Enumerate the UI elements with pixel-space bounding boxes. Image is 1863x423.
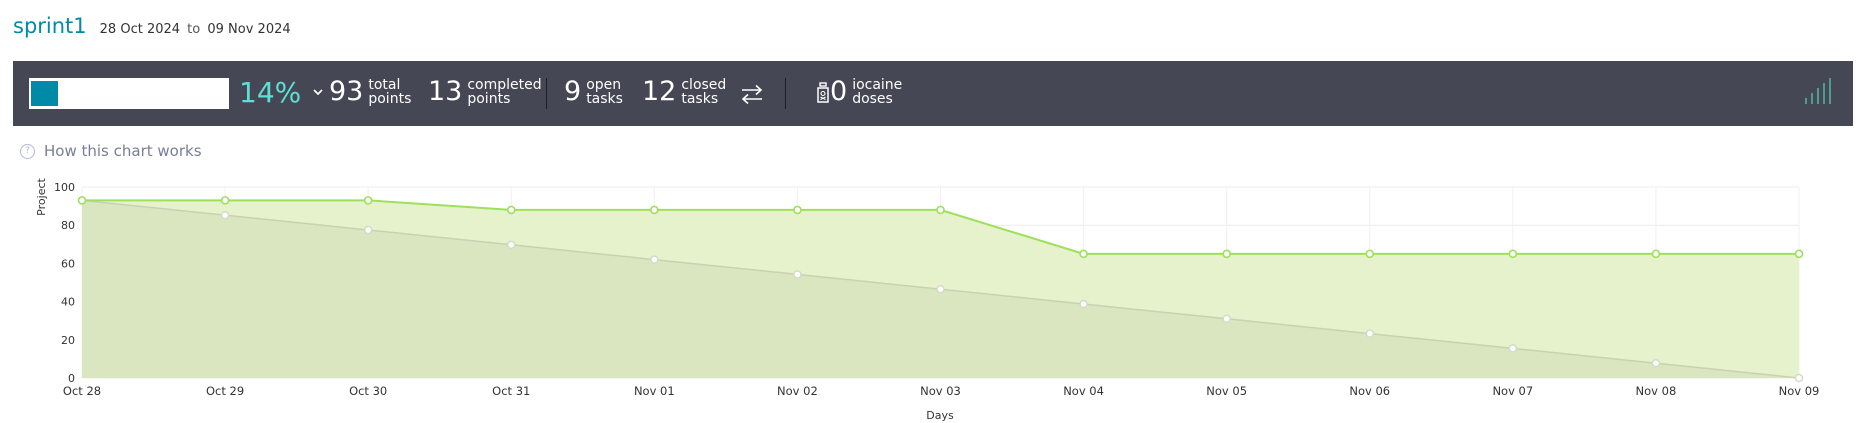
sprint-start-date: 28 Oct 2024 (99, 22, 181, 37)
chevron-down-icon[interactable] (311, 85, 325, 99)
x-tick-label: Nov 07 (1492, 384, 1533, 398)
open-tasks-value: 9 (564, 76, 582, 107)
actual-data-point (1365, 249, 1375, 259)
actual-data-point (1079, 249, 1088, 259)
iocaine-doses-label: iocaine doses (852, 78, 902, 106)
completed-points-stat: 13 completed points (428, 77, 542, 107)
completion-percent: 14% (239, 76, 302, 109)
y-tick-label: 80 (61, 219, 75, 232)
actual-data-point (220, 196, 230, 205)
sprint-name[interactable]: sprint1 (13, 14, 87, 38)
ideal-data-point (507, 240, 516, 249)
ideal-data-point (1794, 373, 1804, 383)
how-chart-works-link[interactable]: ? How this chart works (20, 142, 202, 160)
date-separator: to (187, 22, 201, 37)
ideal-data-point (1365, 329, 1374, 338)
open-tasks-stat: 9 open tasks (564, 77, 623, 107)
y-tick-label: 40 (61, 296, 75, 309)
ideal-data-point (363, 225, 373, 235)
completed-points-value: 13 (428, 76, 463, 107)
ideal-data-point (1508, 344, 1518, 353)
ideal-data-point (1222, 314, 1231, 323)
actual-data-point (1222, 249, 1231, 259)
ideal-data-point (1651, 358, 1661, 368)
sprint-summary-bar: 14% 93 total points 13 completed points … (13, 61, 1853, 126)
progress-bar (29, 78, 229, 109)
y-tick-label: 60 (61, 257, 75, 270)
ideal-data-point (220, 210, 230, 220)
total-points-label-line2: points (368, 91, 412, 107)
total-points-stat: 93 total points (329, 77, 411, 107)
x-tick-label: Nov 05 (1206, 384, 1247, 398)
question-circle-icon: ? (20, 143, 35, 159)
y-axis-title: Project (35, 177, 48, 215)
x-tick-label: Nov 02 (777, 384, 818, 398)
summary-divider (546, 78, 547, 109)
x-tick-label: Nov 01 (634, 384, 675, 398)
total-points-label: total points (368, 78, 411, 106)
sprint-dates: 28 Oct 2024 to 09 Nov 2024 (100, 22, 291, 37)
signal-bars-icon[interactable] (1803, 76, 1833, 106)
actual-data-point (77, 196, 87, 205)
open-tasks-label: open tasks (586, 78, 623, 106)
total-points-value: 93 (329, 76, 364, 107)
open-tasks-label-line2: tasks (586, 91, 623, 107)
actual-data-point (650, 205, 659, 215)
actual-data-point (363, 196, 373, 205)
actual-data-point (793, 205, 802, 215)
iocaine-doses-value: 0 (830, 76, 848, 107)
completed-points-label-line2: points (467, 91, 511, 107)
actual-data-point (506, 205, 516, 215)
iocaine-doses-label-line2: doses (852, 91, 893, 107)
actual-data-point (936, 205, 945, 215)
progress-bar-fill (31, 81, 58, 106)
actual-data-point (1508, 249, 1518, 259)
ideal-data-point (793, 270, 802, 279)
ideal-data-point (650, 255, 659, 264)
iocaine-doses-stat: 0 iocaine doses (830, 77, 902, 107)
closed-tasks-label-line2: tasks (681, 91, 719, 107)
closed-tasks-value: 12 (642, 76, 677, 107)
ideal-data-point (1079, 299, 1088, 309)
x-axis-title: Days (926, 409, 954, 422)
y-tick-label: 20 (61, 334, 75, 347)
x-tick-label: Oct 31 (492, 384, 530, 398)
swap-arrows-icon[interactable] (739, 83, 765, 105)
closed-tasks-stat: 12 closed tasks (642, 77, 726, 107)
burndown-chart: 020406080100 Oct 28 Oct 29 Oct 30 Oct 31 Nov… (35, 177, 1819, 422)
x-tick-label: Oct 30 (349, 384, 387, 398)
actual-data-point (1651, 249, 1661, 259)
summary-divider (785, 78, 786, 109)
x-axis: Oct 28 Oct 29 Oct 30 Oct 31 Nov 01 Nov 02 Nov … (63, 384, 1819, 398)
x-tick-label: Nov 09 (1779, 384, 1820, 398)
y-tick-label: 100 (54, 181, 75, 194)
x-tick-label: Nov 08 (1636, 384, 1677, 398)
x-tick-label: Nov 03 (920, 384, 961, 398)
x-tick-label: Nov 06 (1349, 384, 1390, 398)
actual-data-point (1794, 249, 1804, 259)
x-tick-label: Oct 28 (63, 384, 101, 398)
sprint-end-date: 09 Nov 2024 (207, 22, 291, 37)
ideal-data-point (936, 284, 945, 294)
x-tick-label: Oct 29 (206, 384, 244, 398)
closed-tasks-label: closed tasks (681, 78, 726, 106)
sprint-header: sprint1 28 Oct 2024 to 09 Nov 2024 (13, 14, 291, 38)
y-axis: 020406080100 (54, 181, 75, 385)
iocaine-bottle-icon (817, 82, 829, 103)
how-chart-works-text: How this chart works (44, 142, 202, 160)
completed-points-label: completed points (467, 78, 541, 106)
x-tick-label: Nov 04 (1063, 384, 1104, 398)
